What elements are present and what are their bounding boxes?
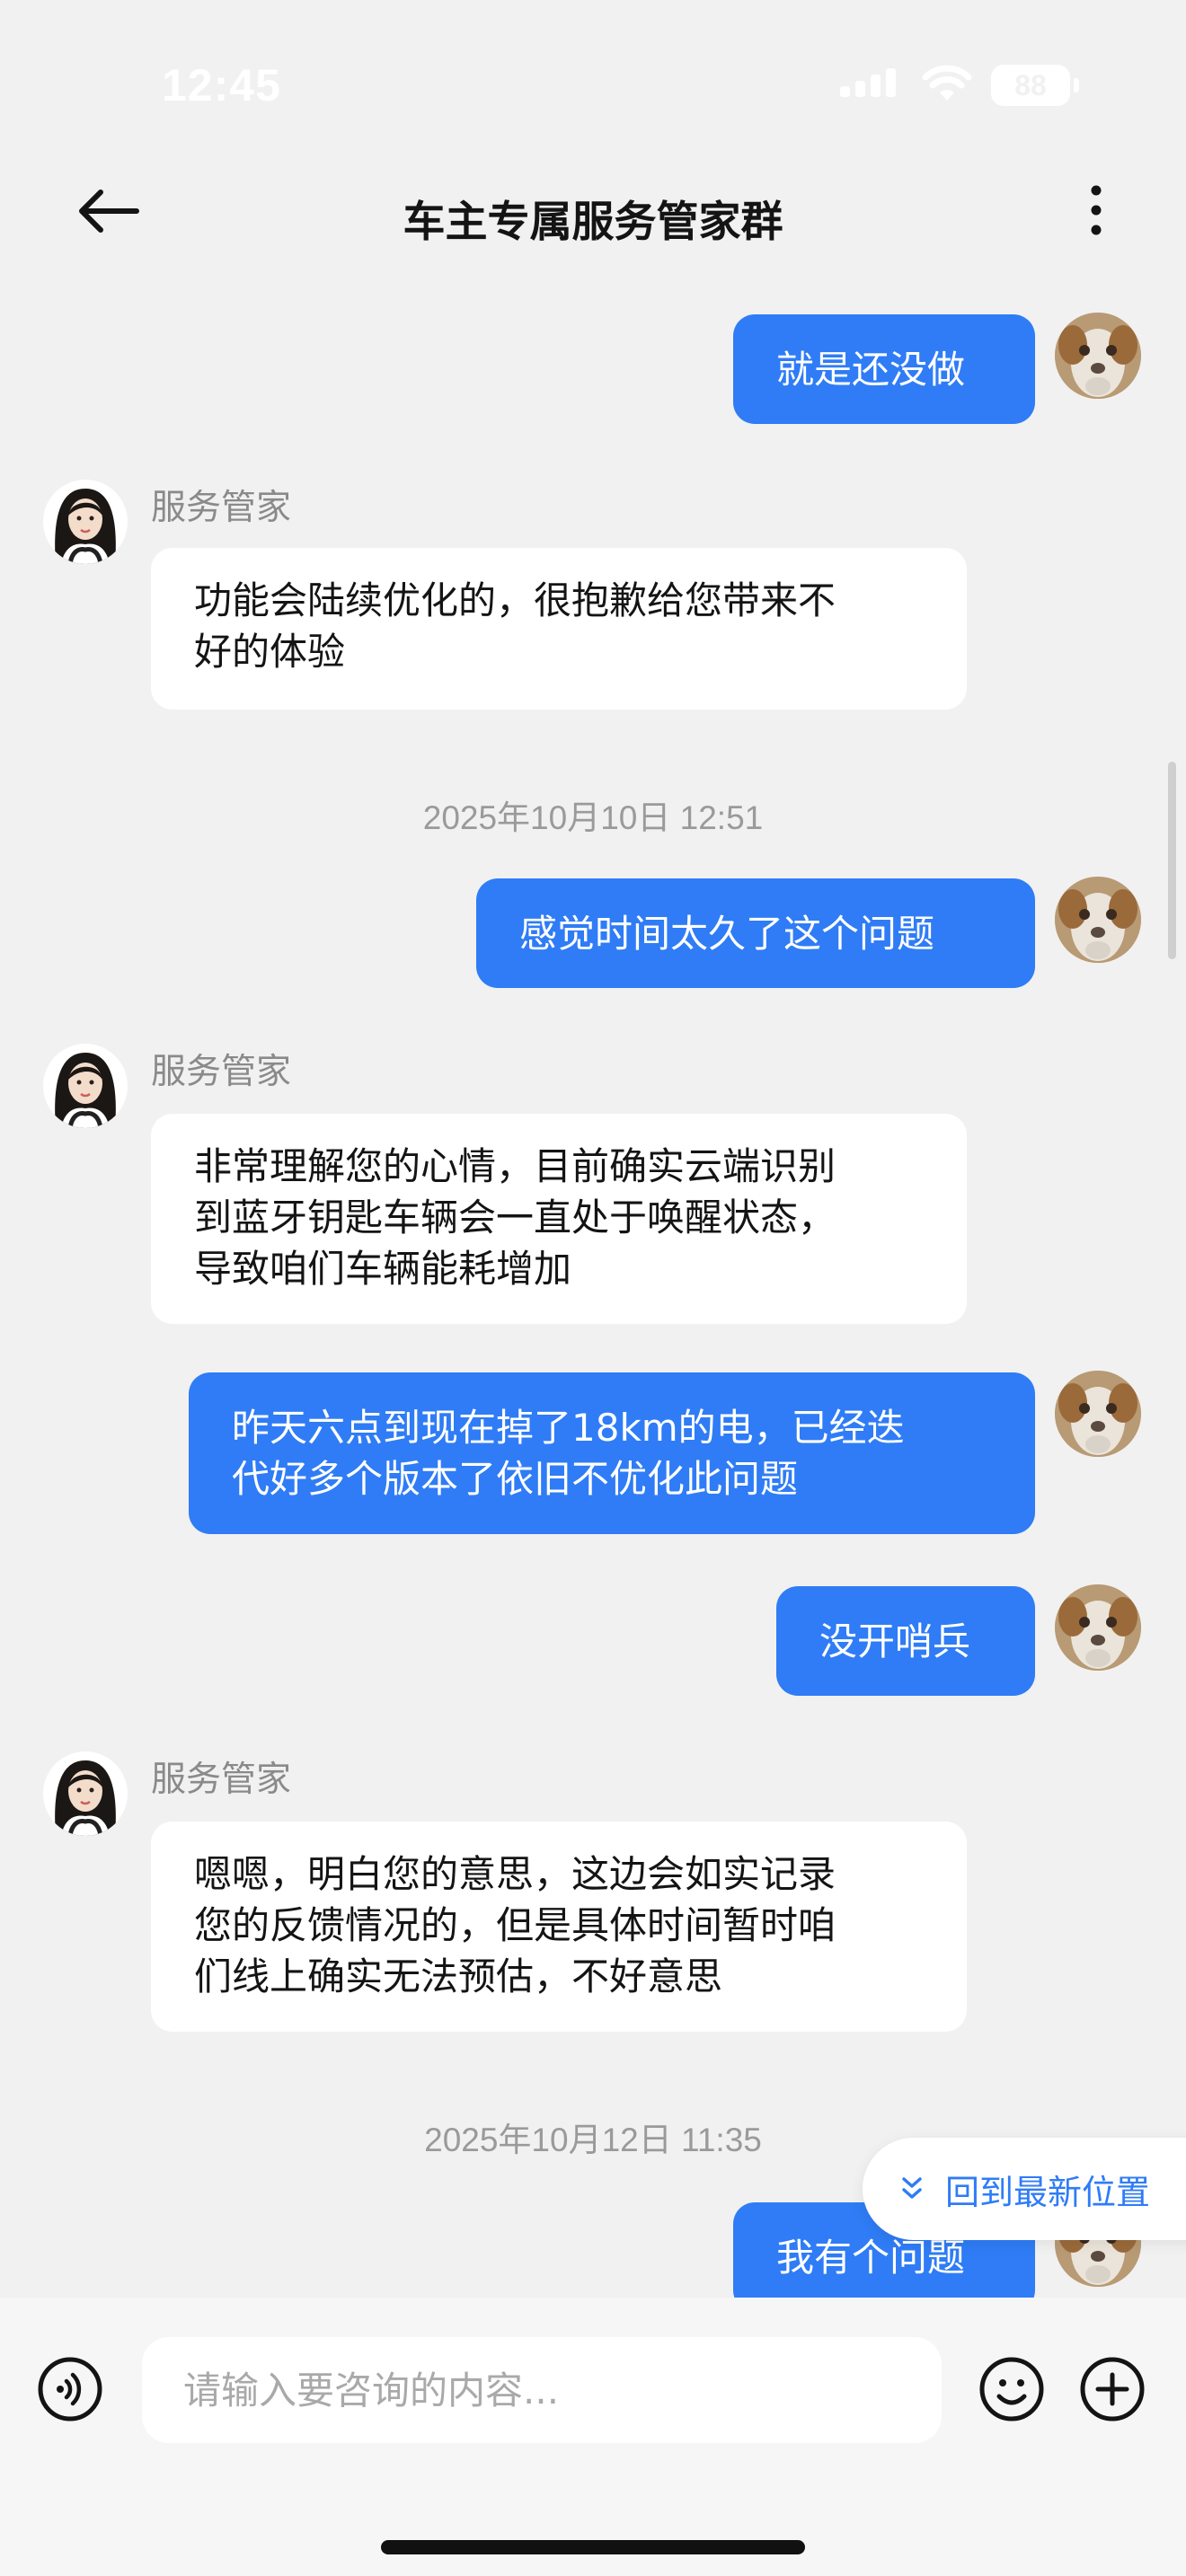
message-timestamp: 2025年10月10日 12:51 (422, 799, 764, 836)
message-text-line: 您的反馈情况的，但是具体时间暂时咱 (194, 1903, 836, 1947)
message-bubble-incoming[interactable]: 非常理解您的心情，目前确实云端识别 到蓝牙钥匙车辆会一直处于唤醒状态， 导致咱们… (151, 1114, 967, 1324)
message-list[interactable]: 就是还没做 服务管家 功能会陆续优化的，很抱歉给您带来不 好的体验 2025年1… (0, 260, 1186, 2298)
smiley-icon (979, 2357, 1044, 2422)
message-text: 没开哨兵 (819, 1619, 971, 1663)
wifi-icon (922, 65, 972, 101)
agent-avatar[interactable] (43, 1751, 128, 1836)
emoji-button[interactable] (978, 2355, 1046, 2423)
message-bubble-outgoing[interactable]: 感觉时间太久了这个问题 (476, 878, 1035, 988)
sender-name: 服务管家 (151, 1760, 292, 1800)
jump-to-latest-button[interactable]: 回到最新位置 (863, 2138, 1186, 2240)
agent-avatar[interactable] (43, 480, 128, 564)
voice-icon (38, 2357, 102, 2422)
message-text: 就是还没做 (776, 347, 966, 392)
more-vertical-icon (1091, 185, 1102, 235)
input-bar (0, 2298, 1186, 2576)
user-avatar[interactable] (1055, 1584, 1141, 1671)
sender-name: 服务管家 (151, 1052, 292, 1092)
message-text-line: 到蓝牙钥匙车辆会一直处于唤醒状态， (194, 1195, 836, 1239)
battery-level: 88 (991, 65, 1070, 106)
message-text-line: 们线上确实无法预估，不好意思 (194, 1954, 723, 1998)
double-chevron-down-icon (902, 2177, 922, 2199)
message-text-line: 好的体验 (194, 630, 346, 674)
agent-avatar[interactable] (43, 1044, 128, 1128)
message-bubble-outgoing[interactable]: 没开哨兵 (776, 1586, 1035, 1696)
scrollbar[interactable] (1168, 762, 1176, 959)
message-text-line: 昨天六点到现在掉了18km的电，已经迭 (232, 1406, 905, 1450)
home-indicator (381, 2540, 805, 2554)
sender-name: 服务管家 (151, 488, 292, 528)
signal-icon (840, 68, 896, 97)
message-bubble-outgoing[interactable]: 昨天六点到现在掉了18km的电，已经迭 代好多个版本了依旧不优化此问题 (189, 1372, 1035, 1534)
message-text: 感觉时间太久了这个问题 (519, 911, 935, 956)
page-title: 车主专属服务管家群 (403, 198, 783, 247)
voice-input-button[interactable] (36, 2355, 104, 2423)
jump-to-latest-label: 回到最新位置 (945, 2172, 1151, 2212)
message-bubble-outgoing[interactable]: 就是还没做 (733, 314, 1035, 424)
user-avatar[interactable] (1055, 1371, 1141, 1457)
message-text-line: 导致咱们车辆能耗增加 (194, 1247, 572, 1291)
message-text-line: 非常理解您的心情，目前确实云端识别 (194, 1144, 836, 1188)
message-text-line: 嗯嗯，明白您的意思，这边会如实记录 (194, 1852, 836, 1896)
more-options-button[interactable] (1075, 180, 1118, 241)
user-avatar[interactable] (1055, 877, 1141, 963)
message-input[interactable] (142, 2337, 942, 2443)
message-text-line: 代好多个版本了依旧不优化此问题 (232, 1457, 799, 1501)
user-avatar[interactable] (1055, 313, 1141, 399)
plus-circle-icon (1080, 2357, 1145, 2422)
message-text-line: 功能会陆续优化的，很抱歉给您带来不 (194, 578, 836, 622)
status-time: 12:45 (162, 60, 281, 110)
chat-header: 车主专属服务管家群 (0, 162, 1186, 260)
message-bubble-incoming[interactable]: 功能会陆续优化的，很抱歉给您带来不 好的体验 (151, 548, 967, 710)
message-bubble-incoming[interactable]: 嗯嗯，明白您的意思，这边会如实记录 您的反馈情况的，但是具体时间暂时咱 们线上确… (151, 1822, 967, 2032)
status-bar: 12:45 88 (0, 0, 1186, 162)
add-attachment-button[interactable] (1078, 2355, 1146, 2423)
